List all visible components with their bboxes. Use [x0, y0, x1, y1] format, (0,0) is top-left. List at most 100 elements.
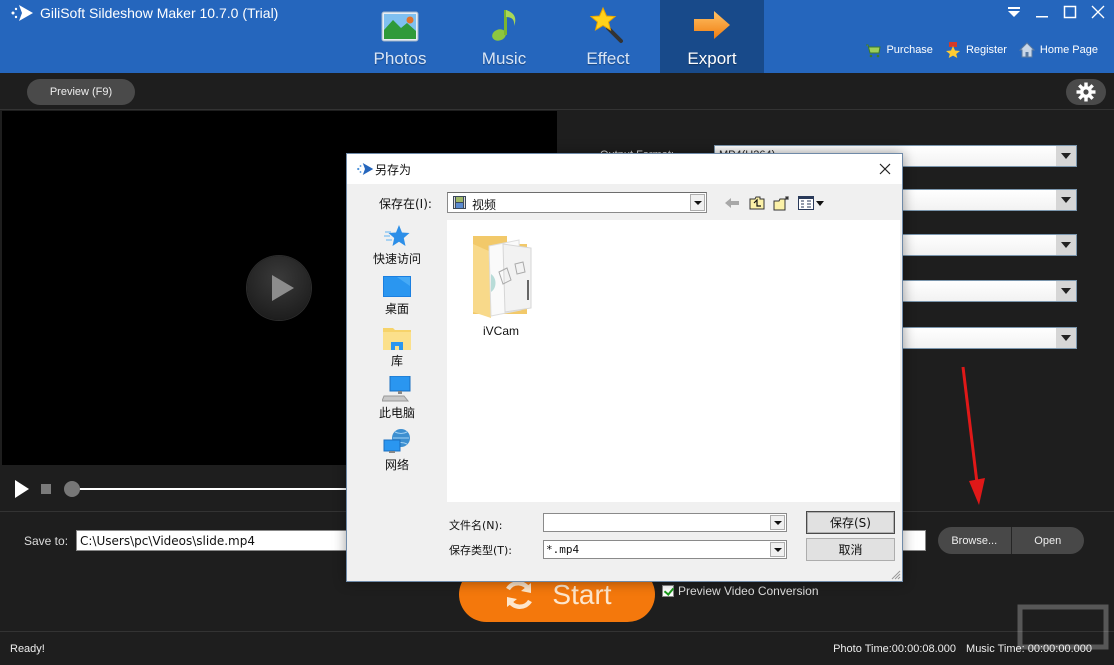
time-info: Photo Time:00:00:08.000 Music Time: 00:0…: [833, 643, 1092, 655]
file-type-input[interactable]: [546, 542, 766, 557]
network-icon: [383, 429, 410, 453]
desktop-icon: [383, 276, 411, 297]
place-network[interactable]: 网络: [359, 428, 435, 473]
play-circle-icon[interactable]: [247, 256, 311, 320]
save-in-label: 保存在(I):: [379, 197, 432, 211]
dialog-cancel-button[interactable]: 取消: [806, 538, 895, 561]
tab-label: Export: [687, 49, 737, 68]
purchase-label: Purchase: [886, 44, 933, 56]
app-logo-icon: [357, 163, 374, 175]
status-bar: Ready! Photo Time:00:00:08.000 Music Tim…: [0, 631, 1114, 665]
app-logo-icon: [11, 5, 33, 21]
place-quick-access[interactable]: 快速访问: [359, 224, 435, 267]
photo-time: Photo Time:00:00:08.000: [833, 643, 957, 655]
shopping-cart-icon: [866, 44, 882, 57]
folder-item[interactable]: iVCam: [461, 234, 541, 338]
tab-effect[interactable]: Effect: [556, 0, 660, 73]
stop-icon[interactable]: [41, 484, 51, 494]
dialog-title: 另存为: [375, 163, 412, 177]
magic-wand-star-icon: [589, 6, 623, 43]
place-label: 此电脑: [378, 406, 415, 420]
places-bar: 快速访问 桌面 库 此电脑 网络: [359, 220, 447, 502]
dropdown-menu-icon[interactable]: [1006, 4, 1022, 20]
place-desktop[interactable]: 桌面: [359, 276, 435, 317]
chevron-down-icon[interactable]: [1056, 190, 1076, 210]
tab-photos[interactable]: Photos: [348, 0, 452, 73]
video-folder-icon: [453, 196, 466, 209]
window-controls: [1006, 4, 1106, 20]
place-library[interactable]: 库: [359, 326, 435, 369]
music-note-icon: [492, 10, 516, 41]
app-window: GiliSoft Sildeshow Maker 10.7.0 (Trial): [0, 0, 1114, 665]
start-label: Start: [552, 578, 612, 610]
play-icon[interactable]: [15, 480, 29, 498]
file-name: iVCam: [482, 324, 519, 338]
house-icon: [1018, 42, 1035, 58]
place-label: 网络: [384, 458, 409, 472]
chevron-down-icon[interactable]: [690, 194, 705, 211]
main-tabs: Photos Music Effect Export: [348, 0, 764, 73]
chevron-down-icon[interactable]: [1056, 281, 1076, 301]
open-button[interactable]: Open: [1012, 527, 1085, 554]
close-icon[interactable]: [1090, 4, 1106, 20]
preview-conversion-label: Preview Video Conversion: [678, 584, 819, 598]
resize-grip-icon[interactable]: [889, 568, 901, 580]
save-to-label: Save to:: [24, 534, 69, 548]
chevron-down-icon[interactable]: [1056, 328, 1076, 348]
computer-icon: [382, 376, 411, 402]
preview-button[interactable]: Preview (F9): [27, 79, 135, 105]
refresh-icon: [506, 580, 533, 609]
save-in-combo[interactable]: 视频: [447, 192, 707, 213]
file-type-combo[interactable]: [543, 540, 787, 559]
place-label: 快速访问: [372, 252, 421, 266]
new-folder-icon[interactable]: [773, 194, 791, 212]
gear-icon: [1076, 82, 1096, 102]
orange-arrow-right-icon: [694, 11, 730, 39]
place-label: 桌面: [384, 302, 409, 316]
preview-conversion-checkbox[interactable]: [662, 585, 674, 597]
medal-star-icon: [945, 42, 960, 58]
seek-thumb[interactable]: [64, 481, 80, 497]
register-label: Register: [965, 44, 1007, 56]
chevron-down-icon[interactable]: [1056, 235, 1076, 255]
dialog-title-bar: 另存为: [347, 154, 902, 184]
tab-label: Photos: [373, 49, 427, 68]
place-this-pc[interactable]: 此电脑: [359, 376, 435, 421]
tab-music[interactable]: Music: [452, 0, 556, 73]
purchase-link[interactable]: Purchase: [865, 43, 933, 58]
tab-label: Music: [481, 49, 527, 68]
maximize-icon[interactable]: [1062, 4, 1078, 20]
settings-button[interactable]: [1066, 79, 1106, 105]
file-list: iVCam: [447, 220, 900, 502]
tab-label: Effect: [586, 49, 630, 68]
toolbar: Preview (F9): [0, 73, 1114, 110]
tab-export[interactable]: Export: [660, 0, 764, 73]
photo-landscape-icon: [381, 11, 419, 42]
file-name-input[interactable]: [546, 515, 766, 530]
seek-bar[interactable]: [72, 488, 362, 490]
title-bar: GiliSoft Sildeshow Maker 10.7.0 (Trial): [0, 0, 1114, 73]
close-icon[interactable]: [874, 158, 896, 180]
dialog-toolbar: [723, 194, 826, 212]
chevron-down-icon[interactable]: [1056, 146, 1076, 166]
chevron-down-icon[interactable]: [770, 542, 785, 557]
up-folder-icon[interactable]: [748, 194, 766, 212]
place-label: 库: [390, 354, 403, 368]
status-text: Ready!: [10, 643, 45, 655]
preview-conversion-option: Preview Video Conversion: [662, 584, 819, 598]
top-links: Purchase Register Home Page: [865, 42, 1098, 58]
chevron-down-icon[interactable]: [770, 515, 785, 530]
dialog-save-button[interactable]: 保存(S): [806, 511, 895, 534]
save-as-dialog: 另存为 保存在(I): 视频 快速访问 桌面 库 此电脑 网络 iVCam 文件…: [346, 153, 903, 582]
home-page-link[interactable]: Home Page: [1018, 42, 1098, 58]
app-title: GiliSoft Sildeshow Maker 10.7.0 (Trial): [40, 5, 279, 21]
view-menu-icon[interactable]: [798, 194, 826, 212]
folder-icon: [473, 236, 532, 318]
file-name-combo[interactable]: [543, 513, 787, 532]
minimize-icon[interactable]: [1034, 4, 1050, 20]
file-type-label: 保存类型(T):: [449, 544, 513, 557]
browse-button[interactable]: Browse...: [938, 527, 1011, 554]
register-link[interactable]: Register: [945, 42, 1007, 58]
quick-access-star-icon: [384, 225, 410, 246]
back-icon[interactable]: [723, 194, 741, 212]
